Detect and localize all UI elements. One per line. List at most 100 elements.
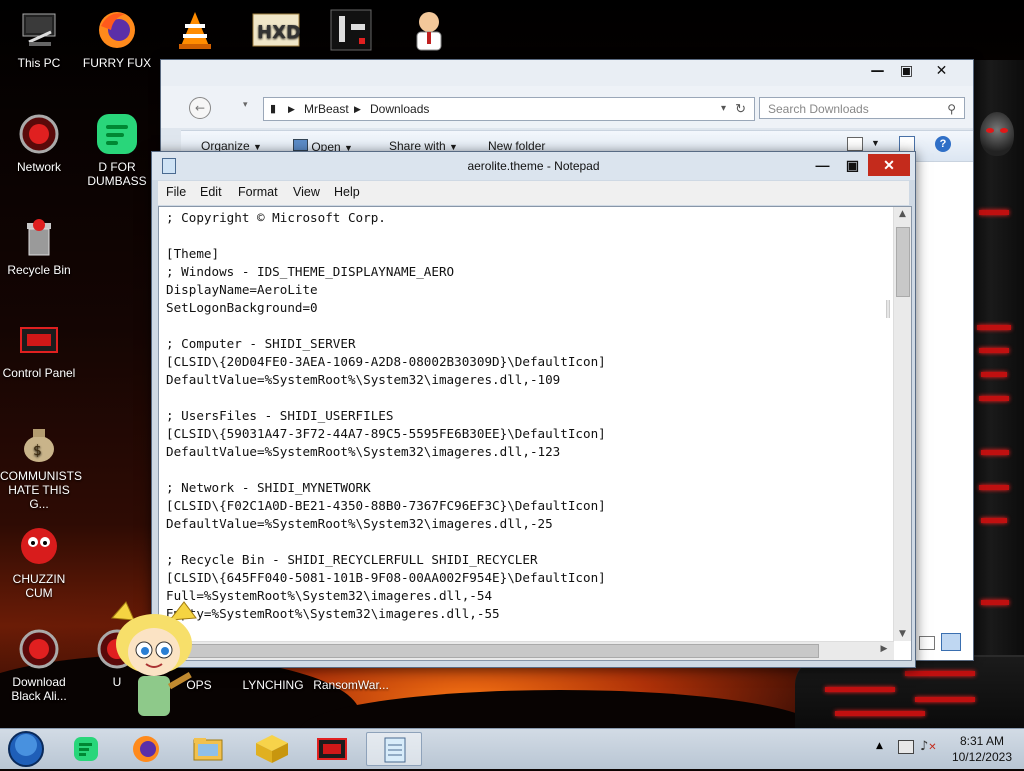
text-line: SetLogonBackground=0 [166,300,318,315]
alien-red-orb-icon [17,112,61,156]
notepad-minimize-button[interactable]: — [808,154,837,176]
desktop-icon-this-pc[interactable]: This PC [0,8,78,70]
vertical-scroll-thumb[interactable] [896,227,910,297]
details-view-icon[interactable] [919,636,935,650]
notepad-titlebar[interactable]: aerolite.theme - Notepad — ▣ ✕ [152,152,915,180]
text-line: [CLSID\{20D04FE0-3AEA-1069-A2D8-08002B30… [166,354,606,369]
text-line: ; Recycle Bin - SHIDI_RECYCLERFULL SHIDI… [166,552,538,567]
recycle-bin-icon [17,215,61,259]
open-app-icon [293,139,308,151]
scroll-down-arrow-icon[interactable]: ▼ [894,629,911,639]
notepad-window[interactable]: aerolite.theme - Notepad — ▣ ✕ File Edit… [151,151,916,668]
desktop-icon-communists[interactable]: $ COMMUNISTS HATE THIS G... [0,421,82,511]
desktop-icon-vlc[interactable]: DY [156,8,241,74]
menu-help[interactable]: Help [334,185,360,199]
svg-text:$: $ [33,443,42,459]
taskbar-notepad[interactable] [366,732,422,766]
desktop-icon-chuzzin[interactable]: CHUZZIN CUM [0,524,78,600]
desktop-icon-label: LYNCHING [242,678,304,692]
desktop-icon-hxd[interactable]: HXD [234,8,312,56]
desktop-icon-label: Network [16,160,61,174]
alien-red-orb-icon [17,627,61,671]
desktop-icon-doctor[interactable] [390,8,468,56]
text-line: ; Copyright © Microsoft Corp. [166,210,386,225]
back-arrow-icon[interactable]: ← [189,97,211,119]
taskbar-green-notes[interactable] [58,732,114,766]
breadcrumb-downloads[interactable]: Downloads [370,98,429,120]
notepad-close-button[interactable]: ✕ [868,154,910,176]
dropdown-arrow-icon[interactable]: ▾ [243,100,248,110]
notepad-text-content[interactable]: ; Copyright © Microsoft Corp. [Theme] ; … [166,209,886,629]
notepad-title: aerolite.theme - Notepad [467,159,600,173]
horizontal-scrollbar[interactable]: ▶ [159,641,894,660]
tray-overflow-arrow-icon[interactable]: ▲ [876,741,883,751]
notepad-maximize-button[interactable]: ▣ [838,154,867,176]
text-line: [CLSID\{F02C1A0D-BE21-4350-88B0-7367FC96… [166,498,606,513]
desktop-icon-download-black[interactable]: Download Black Ali... [0,627,78,703]
breadcrumb-separator-icon: ▶ [354,104,361,114]
explorer-close-button[interactable]: ✕ [927,60,956,82]
desktop-icon-label: This PC [17,56,61,70]
breadcrumb-separator-icon: ▶ [288,104,295,114]
firefox-icon [133,736,159,762]
text-line: [CLSID\{645FF040-5081-101B-9F08-00AA002F… [166,570,606,585]
help-icon[interactable]: ? [935,136,951,152]
scroll-up-arrow-icon[interactable]: ▲ [894,209,911,219]
cartoon-girl-sticker [104,600,204,728]
search-placeholder: Search Downloads [768,102,869,116]
text-line: Full=%SystemRoot%\System32\imageres.dll,… [166,588,493,603]
taskbar-file-explorer[interactable] [180,732,236,766]
desktop-icon-lynching[interactable]: LYNCHING [234,678,312,692]
network-tray-icon[interactable] [898,740,914,754]
view-options-icon[interactable] [847,137,863,151]
menu-edit[interactable]: Edit [200,185,222,199]
address-bar[interactable]: ▮ ▶ MrBeast ▶ Downloads ▾ ↻ [263,97,755,121]
menu-view[interactable]: View [293,185,320,199]
menu-file[interactable]: File [166,185,186,199]
explorer-titlebar[interactable]: — ▣ ✕ [161,60,973,86]
desktop-icon-ransomware[interactable]: RansomWar... [312,678,390,692]
text-line: [Theme] [166,246,220,261]
refresh-icon[interactable]: ↻ [735,98,746,120]
firefox-icon [95,8,139,52]
folder-location-icon: ▮ [270,103,277,115]
desktop-icon-recycle-bin[interactable]: Recycle Bin [0,215,78,277]
vertical-scrollbar[interactable]: ▲ ▼ [893,207,911,641]
scroll-right-arrow-icon[interactable]: ▶ [878,644,890,654]
svg-text:HXD: HXD [257,22,301,43]
control-panel-icon [17,318,61,362]
taskbar-clock[interactable]: 8:31 AM 10/12/2023 [952,733,1012,765]
preview-pane-icon[interactable] [899,136,915,152]
search-downloads-input[interactable]: Search Downloads ⚲ [759,97,965,119]
desktop-icon-d-for-dumbass[interactable]: D FOR DUMBASS [78,112,156,188]
desktop-icon-furry-fux[interactable]: FURRY FUX [78,8,156,70]
cartoon-girl-icon [110,601,197,716]
volume-muted-icon[interactable]: ♪✕ [920,739,937,754]
yellow-cube-icon [256,735,288,763]
large-icons-view-icon[interactable] [941,633,961,651]
hxd-editor-icon: HXD [251,8,301,52]
desktop-icon-network[interactable]: Network [0,112,78,174]
address-dropdown-icon[interactable]: ▾ [721,98,726,120]
green-notes-icon [74,737,98,761]
menu-format[interactable]: Format [238,185,278,199]
taskbar-firefox[interactable] [118,732,174,766]
notepad-text-area[interactable]: ; Copyright © Microsoft Corp. [Theme] ; … [158,206,912,661]
start-orb-icon [8,731,44,767]
doctor-avatar-icon [407,8,451,52]
explorer-maximize-button[interactable]: ▣ [892,60,921,82]
taskbar: ▲ ♪✕ 8:31 AM 10/12/2023 [0,728,1024,769]
taskbar-control-panel[interactable] [304,732,360,766]
desktop-icon-game[interactable] [312,8,390,56]
view-dropdown-icon[interactable]: ▼ [871,138,880,148]
text-line: DefaultValue=%SystemRoot%\System32\image… [166,516,553,531]
horizontal-scroll-thumb[interactable] [177,644,819,658]
explorer-minimize-button[interactable]: — [863,60,892,82]
breadcrumb-mrbeast[interactable]: MrBeast [304,98,349,120]
desktop-icon-label: D FOR DUMBASS [87,160,147,188]
desktop-icon-control-panel[interactable]: Control Panel [0,318,78,380]
control-panel-icon [317,738,347,760]
taskbar-yellow-cube[interactable] [244,732,300,766]
start-button[interactable] [6,730,46,768]
mouse-ibeam-cursor-icon [886,300,890,318]
